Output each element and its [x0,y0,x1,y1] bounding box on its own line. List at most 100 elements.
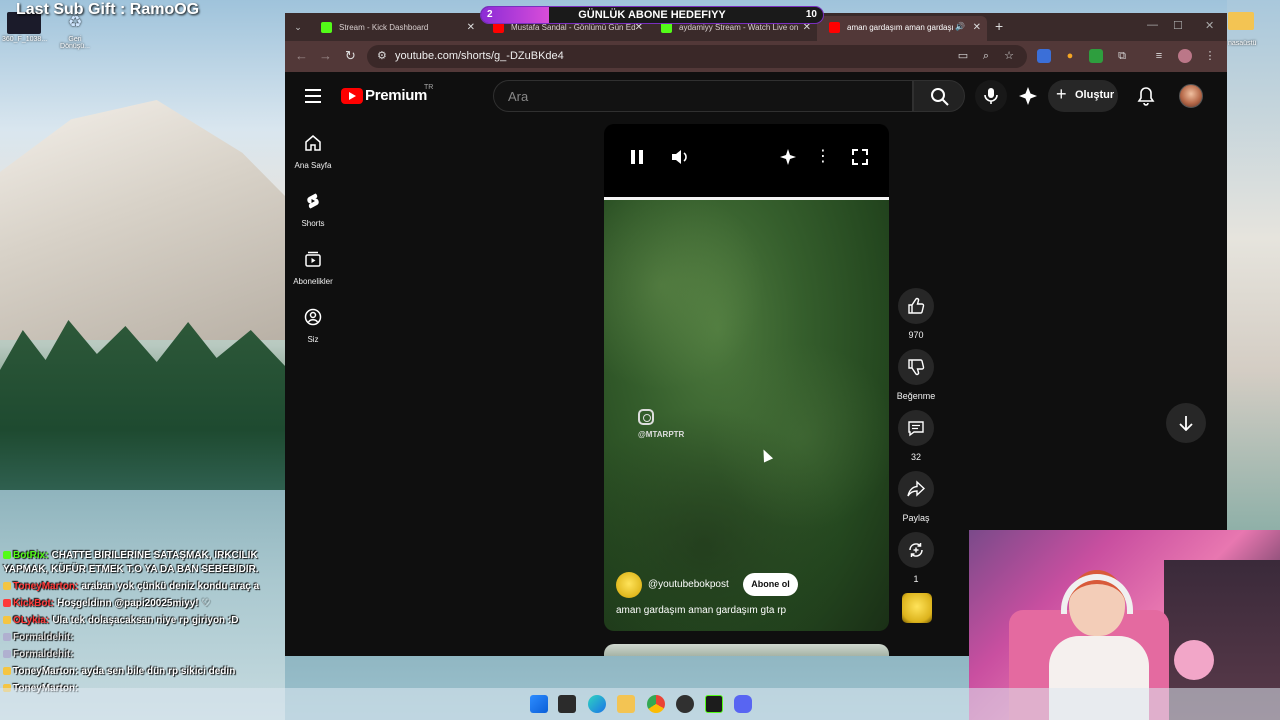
tab-title: aydamiyy Stream - Watch Live on [679,23,799,32]
fullscreen-button[interactable] [851,148,869,166]
share-button[interactable] [898,471,934,507]
youtube-brand[interactable]: Premium [365,87,427,104]
dislike-action[interactable]: Beğenme [896,349,936,401]
windows-start-icon[interactable] [530,695,548,713]
back-icon[interactable]: ← [295,48,308,63]
remix-button[interactable] [898,532,934,568]
video-border [604,197,889,200]
address-bar-row: ← → ↻ ⚙ youtube.com/shorts/g_-DZuBKde4 ▭… [285,41,1227,72]
tab-audio-icon[interactable]: 🔊 [955,22,965,31]
chat-text: ayda sen bile dün rp sikici dedin [81,666,236,677]
chrome-icon[interactable] [647,695,665,713]
sidebar-item-home[interactable]: Ana Sayfa [285,134,341,170]
site-info-icon[interactable]: ⚙ [377,49,387,62]
share-action[interactable]: Paylaş [896,471,936,523]
profile-avatar[interactable] [1178,49,1192,63]
more-options-icon[interactable]: ⋮ [814,148,832,166]
create-button[interactable]: + Oluştur [1048,80,1118,112]
forward-icon[interactable]: → [319,48,332,63]
voice-search-button[interactable] [975,80,1007,112]
sidebar-item-subscriptions[interactable]: Abonelikler [285,250,341,286]
chat-message: KickBot: Hoşgeldinn @papi20025miyy! ♡ [3,597,293,611]
obs-icon[interactable] [676,695,694,713]
menu-icon[interactable] [305,89,321,103]
short-title[interactable]: aman gardaşım aman gardaşım gta rp [616,605,786,616]
gemini-sparkle-icon[interactable] [1017,85,1039,107]
sound-thumbnail[interactable] [902,593,932,623]
volume-button[interactable] [670,148,688,166]
reading-list-icon[interactable]: ≡ [1152,49,1166,63]
badge-icon [3,599,11,608]
tab-kick-dashboard[interactable]: Stream - Kick Dashboard ✕ [309,16,481,41]
comment-action[interactable]: 32 [896,410,936,462]
chat-message: ToneyMarton: ayda sen bile dün rp sikici … [3,665,293,679]
sidebar-item-label: Ana Sayfa [294,161,332,170]
chat-user: Formaldehit: [13,632,74,643]
webcam-plush [1174,640,1214,680]
sidebar-item-shorts[interactable]: Shorts [285,192,341,228]
tab-title: Stream - Kick Dashboard [339,23,429,32]
desktop-right-label: nasaüstü [1228,40,1257,47]
discord-icon[interactable] [734,695,752,713]
close-window-icon[interactable]: ✕ [1205,19,1214,32]
file-explorer-icon[interactable] [617,695,635,713]
account-avatar[interactable] [1179,84,1203,108]
instagram-icon [638,409,654,425]
extensions-puzzle-icon[interactable]: ⧉ [1115,49,1129,63]
maximize-icon[interactable]: ☐ [1173,19,1183,32]
tab-title: aman gardaşım aman gardaşı [847,23,954,32]
channel-name[interactable]: @youtubebokpost [648,579,729,590]
close-tab-icon[interactable]: ✕ [467,22,475,33]
next-short-button[interactable] [1166,403,1206,443]
gemini-button[interactable] [779,148,797,166]
chat-user: ToneyMarton: [13,581,79,592]
tab-active-short[interactable]: aman gardaşım aman gardaşı 🔊 ✕ [817,16,987,41]
shorts-player[interactable]: ⋮ @MTARPTR @youtubebokpost Abone ol aman… [604,124,889,631]
tab-title: Mustafa Sandal - Gönlümü Gün Ed [511,23,636,32]
youtube-logo-icon[interactable] [341,88,363,104]
folder-icon[interactable] [1228,12,1254,30]
desktop-icon-label: 360_F_1038... [2,36,48,43]
watermark-handle: @MTARPTR [638,430,685,439]
arrow-down-icon [1179,416,1193,431]
minimize-icon[interactable]: — [1147,19,1158,31]
reload-icon[interactable]: ↻ [345,48,356,64]
extension-icon[interactable] [1089,49,1103,63]
bookmark-star-icon[interactable]: ☆ [1002,49,1016,63]
next-short-preview[interactable] [604,644,889,656]
like-button[interactable] [898,288,934,324]
zoom-icon[interactable]: ⌕ [979,49,993,63]
tab-list-button[interactable]: ⌄ [289,18,307,36]
badge-icon [3,551,11,560]
sidebar-item-you[interactable]: Siz [285,308,341,344]
you-icon [304,308,322,326]
chat-message: Formaldehit: [3,648,293,662]
search-button[interactable] [913,80,965,112]
dislike-button[interactable] [898,349,934,385]
like-action[interactable]: 970 [896,288,936,340]
search-input[interactable]: Ara [493,80,913,112]
subscribe-button[interactable]: Abone ol [743,573,798,596]
omnibox[interactable]: ⚙ youtube.com/shorts/g_-DZuBKde4 [367,45,1027,68]
gemini-sparkle-icon [780,149,796,165]
remix-action[interactable]: 1 [896,532,936,584]
task-view-icon[interactable] [558,695,576,713]
edge-browser-icon[interactable] [588,695,606,713]
channel-avatar[interactable] [616,572,642,598]
chat-message: Formaldehit: [3,631,293,645]
kick-app-icon[interactable] [705,695,723,713]
comments-button[interactable] [898,410,934,446]
chat-user: Formaldehit: [13,649,74,660]
browser-menu-icon[interactable]: ⋮ [1203,49,1217,63]
install-app-icon[interactable]: ▭ [956,49,970,63]
close-tab-icon[interactable]: ✕ [973,22,981,33]
new-tab-button[interactable]: + [995,18,1003,34]
translate-extension-icon[interactable] [1037,49,1051,63]
badge-icon [3,582,11,591]
pause-button[interactable] [628,148,646,166]
goal-target: 10 [805,9,817,20]
extension-icon[interactable]: ● [1063,49,1077,63]
sidebar-item-label: Siz [307,335,319,344]
chat-message: OLykia: Ula tek dolaşacaksan niye rp giri… [3,614,293,628]
notifications-bell-icon[interactable] [1135,85,1157,107]
